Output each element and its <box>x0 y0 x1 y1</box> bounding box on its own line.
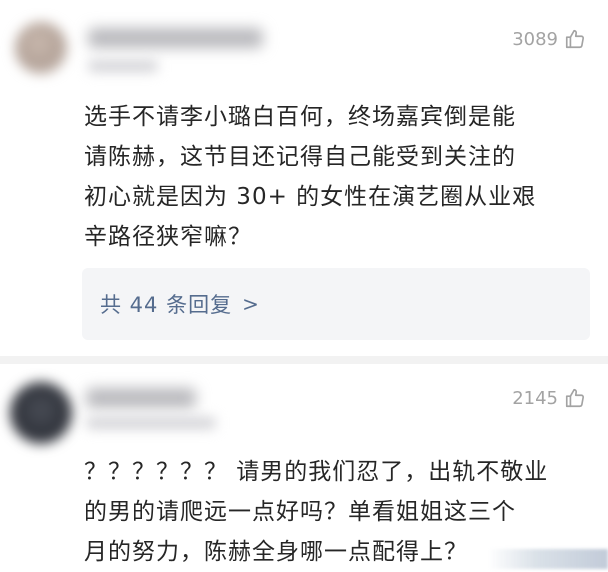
comment-item: 3089 选手不请李小璐白百何，终场嘉宾倒是能 请陈赫，这节目还记得自己能受到关… <box>0 0 608 355</box>
thumbs-up-icon[interactable] <box>564 28 586 50</box>
comment-item: 2145 ？？？？？？ 请男的我们忍了，出轨不敬业 的男的请爬远一点好吗？单看姐… <box>0 355 608 569</box>
replies-label: 共 44 条回复 <box>100 293 233 317</box>
like-count: 2145 <box>512 387 558 409</box>
view-replies-button[interactable]: 共 44 条回复 > <box>82 268 590 340</box>
user-avatar[interactable] <box>15 22 67 74</box>
comment-text: 选手不请李小璐白百何，终场嘉宾倒是能 请陈赫，这节目还记得自己能受到关注的 初心… <box>84 104 537 250</box>
chevron-right-icon: > <box>242 292 260 316</box>
like-button[interactable]: 2145 <box>512 387 586 409</box>
comment-meta-blurred <box>86 417 216 429</box>
thumbs-up-icon[interactable] <box>564 387 586 409</box>
like-count: 3089 <box>512 28 558 50</box>
user-avatar[interactable] <box>10 382 72 444</box>
watermark-logo <box>488 549 608 569</box>
like-button[interactable]: 3089 <box>512 28 586 50</box>
username-blurred[interactable] <box>86 388 196 408</box>
username-blurred[interactable] <box>88 28 263 48</box>
comment-meta-blurred <box>88 60 158 72</box>
